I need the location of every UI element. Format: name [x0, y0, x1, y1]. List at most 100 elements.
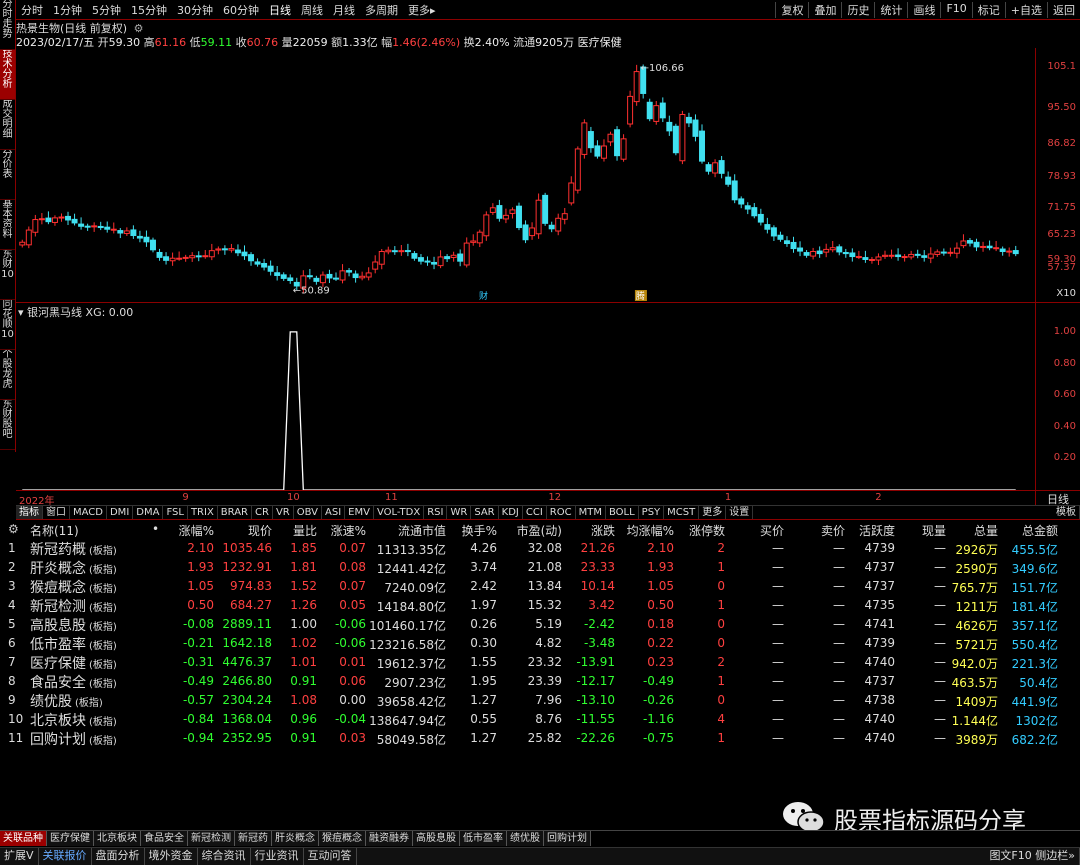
toolbar-btn-7[interactable]: +自选	[1004, 1, 1047, 18]
column-header[interactable]: 总量	[974, 522, 998, 539]
table-row[interactable]: 11 回购计划 (板指) -0.94 2352.95 0.91 0.03 58049.58亿 1…	[0, 729, 1080, 748]
column-header[interactable]: •	[152, 522, 159, 536]
template-button[interactable]: 模板	[1053, 506, 1080, 519]
related-tab-11[interactable]: 绩优股	[507, 831, 544, 846]
table-row[interactable]: 9 绩优股 (板指) -0.57 2304.24 1.08 0.00 39658.42亿 1.2…	[0, 691, 1080, 710]
indicator-tab-2[interactable]: MACD	[70, 506, 107, 519]
status-tab-0[interactable]: 扩展V	[0, 848, 39, 865]
sidebar-tab-0[interactable]: 分时走势	[0, 0, 15, 50]
table-row[interactable]: 8 食品安全 (板指) -0.49 2466.80 0.91 0.06 2907.23亿 1.9…	[0, 672, 1080, 691]
column-header[interactable]: 买价	[760, 522, 784, 539]
indicator-tab-13[interactable]: VOL-TDX	[374, 506, 425, 519]
sidebar-tab-1[interactable]: 技术分析	[0, 50, 15, 100]
table-settings-icon[interactable]: ⚙	[8, 522, 19, 536]
table-row[interactable]: 10 北京板块 (板指) -0.84 1368.04 0.96 -0.04 138647.94…	[0, 710, 1080, 729]
sidebar-tab-2[interactable]: 成交明细	[0, 100, 15, 150]
status-tab-1[interactable]: 关联报价	[39, 848, 92, 865]
period-2[interactable]: 5分钟	[87, 2, 126, 18]
indicator-tab-14[interactable]: RSI	[424, 506, 448, 519]
indicator-tab-22[interactable]: PSY	[639, 506, 665, 519]
status-tab-2[interactable]: 盘面分析	[92, 848, 145, 865]
indicator-tab-0[interactable]: 指标	[16, 506, 43, 519]
table-row[interactable]: 6 低市盈率 (板指) -0.21 1642.18 1.02 -0.06 123216.58亿…	[0, 634, 1080, 653]
period-0[interactable]: 分时	[16, 2, 48, 18]
column-header[interactable]: 量比	[293, 522, 317, 539]
indicator-tab-8[interactable]: CR	[252, 506, 273, 519]
table-row[interactable]: 7 医疗保健 (板指) -0.31 4476.37 1.01 0.01 19612.37亿 1.…	[0, 653, 1080, 672]
column-header[interactable]: 涨幅%	[179, 522, 214, 539]
related-tab-12[interactable]: 回购计划	[544, 831, 591, 846]
related-tab-4[interactable]: 新冠检测	[188, 831, 235, 846]
column-header[interactable]: 市盈(动)	[517, 522, 562, 539]
column-header[interactable]: 名称(11)	[30, 522, 79, 539]
period-5[interactable]: 60分钟	[218, 2, 264, 18]
toolbar-btn-6[interactable]: 标记	[971, 1, 1005, 18]
table-row[interactable]: 5 高股息股 (板指) -0.08 2889.11 1.00 -0.06 101460.17亿…	[0, 615, 1080, 634]
table-row[interactable]: 4 新冠检测 (板指) 0.50 684.27 1.26 0.05 14184.80亿 1.97…	[0, 596, 1080, 615]
indicator-tab-23[interactable]: MCST	[664, 506, 700, 519]
column-header[interactable]: 涨速%	[331, 522, 366, 539]
table-row[interactable]: 1 新冠药概 (板指) 2.10 1035.46 1.85 0.07 11313.35亿 4.2…	[0, 539, 1080, 558]
indicator-tab-24[interactable]: 更多	[699, 506, 727, 519]
indicator-tab-12[interactable]: EMV	[345, 506, 374, 519]
indicator-tab-16[interactable]: SAR	[471, 506, 499, 519]
indicator-tab-21[interactable]: BOLL	[606, 506, 639, 519]
indicator-tab-20[interactable]: MTM	[576, 506, 606, 519]
sidebar-tab-7[interactable]: 个股龙虎	[0, 350, 15, 400]
related-tab-6[interactable]: 肝炎概念	[272, 831, 319, 846]
table-row[interactable]: 2 肝炎概念 (板指) 1.93 1232.91 1.81 0.08 12441.42亿 3.7…	[0, 558, 1080, 577]
column-header[interactable]: 涨停数	[689, 522, 725, 539]
indicator-tab-25[interactable]: 设置	[726, 506, 754, 519]
period-7[interactable]: 周线	[296, 2, 328, 18]
toolbar-btn-3[interactable]: 统计	[874, 1, 907, 18]
status-tab-6[interactable]: 互动问答	[304, 848, 357, 865]
toolbar-btn-5[interactable]: F10	[940, 1, 971, 18]
column-header[interactable]: 总金额	[1022, 522, 1058, 539]
status-right[interactable]: 图文F10 侧边栏»	[985, 848, 1080, 865]
toolbar-btn-1[interactable]: 叠加	[808, 1, 841, 18]
candlestick-chart[interactable]: ←106.66 ←50.89 财 腾	[16, 48, 1035, 302]
indicator-tab-6[interactable]: TRIX	[188, 506, 218, 519]
column-header[interactable]: 现价	[248, 522, 272, 539]
sidebar-tab-4[interactable]: 基本资料	[0, 200, 15, 250]
indicator-tab-17[interactable]: KDJ	[499, 506, 523, 519]
toolbar-btn-2[interactable]: 历史	[841, 1, 874, 18]
column-header[interactable]: 均涨幅%	[627, 522, 674, 539]
period-9[interactable]: 多周期	[360, 2, 403, 18]
indicator-tab-7[interactable]: BRAR	[218, 506, 252, 519]
related-tab-3[interactable]: 食品安全	[141, 831, 188, 846]
related-tab-2[interactable]: 北京板块	[94, 831, 141, 846]
toolbar-btn-0[interactable]: 复权	[775, 1, 808, 18]
indicator-chart[interactable]	[16, 318, 1035, 490]
period-8[interactable]: 月线	[328, 2, 360, 18]
indicator-tab-4[interactable]: DMA	[133, 506, 164, 519]
sidebar-tab-5[interactable]: 东财10	[0, 250, 15, 300]
period-10[interactable]: 更多▸	[403, 2, 441, 18]
indicator-tab-11[interactable]: ASI	[322, 506, 346, 519]
related-tab-10[interactable]: 低市盈率	[460, 831, 507, 846]
related-tab-9[interactable]: 高股息股	[413, 831, 460, 846]
period-1[interactable]: 1分钟	[48, 2, 87, 18]
column-header[interactable]: 活跃度	[859, 522, 895, 539]
indicator-tab-10[interactable]: OBV	[294, 506, 322, 519]
column-header[interactable]: 换手%	[462, 522, 497, 539]
period-3[interactable]: 15分钟	[126, 2, 172, 18]
related-tab-0[interactable]: 关联品种	[0, 831, 47, 846]
indicator-tab-19[interactable]: ROC	[547, 506, 576, 519]
column-header[interactable]: 现量	[922, 522, 946, 539]
indicator-tab-15[interactable]: WR	[447, 506, 472, 519]
column-header[interactable]: 卖价	[821, 522, 845, 539]
status-tab-5[interactable]: 行业资讯	[251, 848, 304, 865]
related-tab-5[interactable]: 新冠药	[235, 831, 272, 846]
indicator-tab-9[interactable]: VR	[273, 506, 294, 519]
column-header[interactable]: 流通市值	[398, 522, 446, 539]
toolbar-btn-8[interactable]: 返回	[1047, 1, 1080, 18]
indicator-tab-3[interactable]: DMI	[107, 506, 134, 519]
status-tab-3[interactable]: 境外资金	[145, 848, 198, 865]
indicator-tab-1[interactable]: 窗口	[43, 506, 70, 519]
period-indicator[interactable]: 日线	[1035, 490, 1080, 506]
period-6[interactable]: 日线	[264, 2, 296, 18]
sidebar-tab-8[interactable]: 东财股吧	[0, 400, 15, 450]
indicator-tab-5[interactable]: FSL	[163, 506, 188, 519]
related-tab-1[interactable]: 医疗保健	[47, 831, 94, 846]
